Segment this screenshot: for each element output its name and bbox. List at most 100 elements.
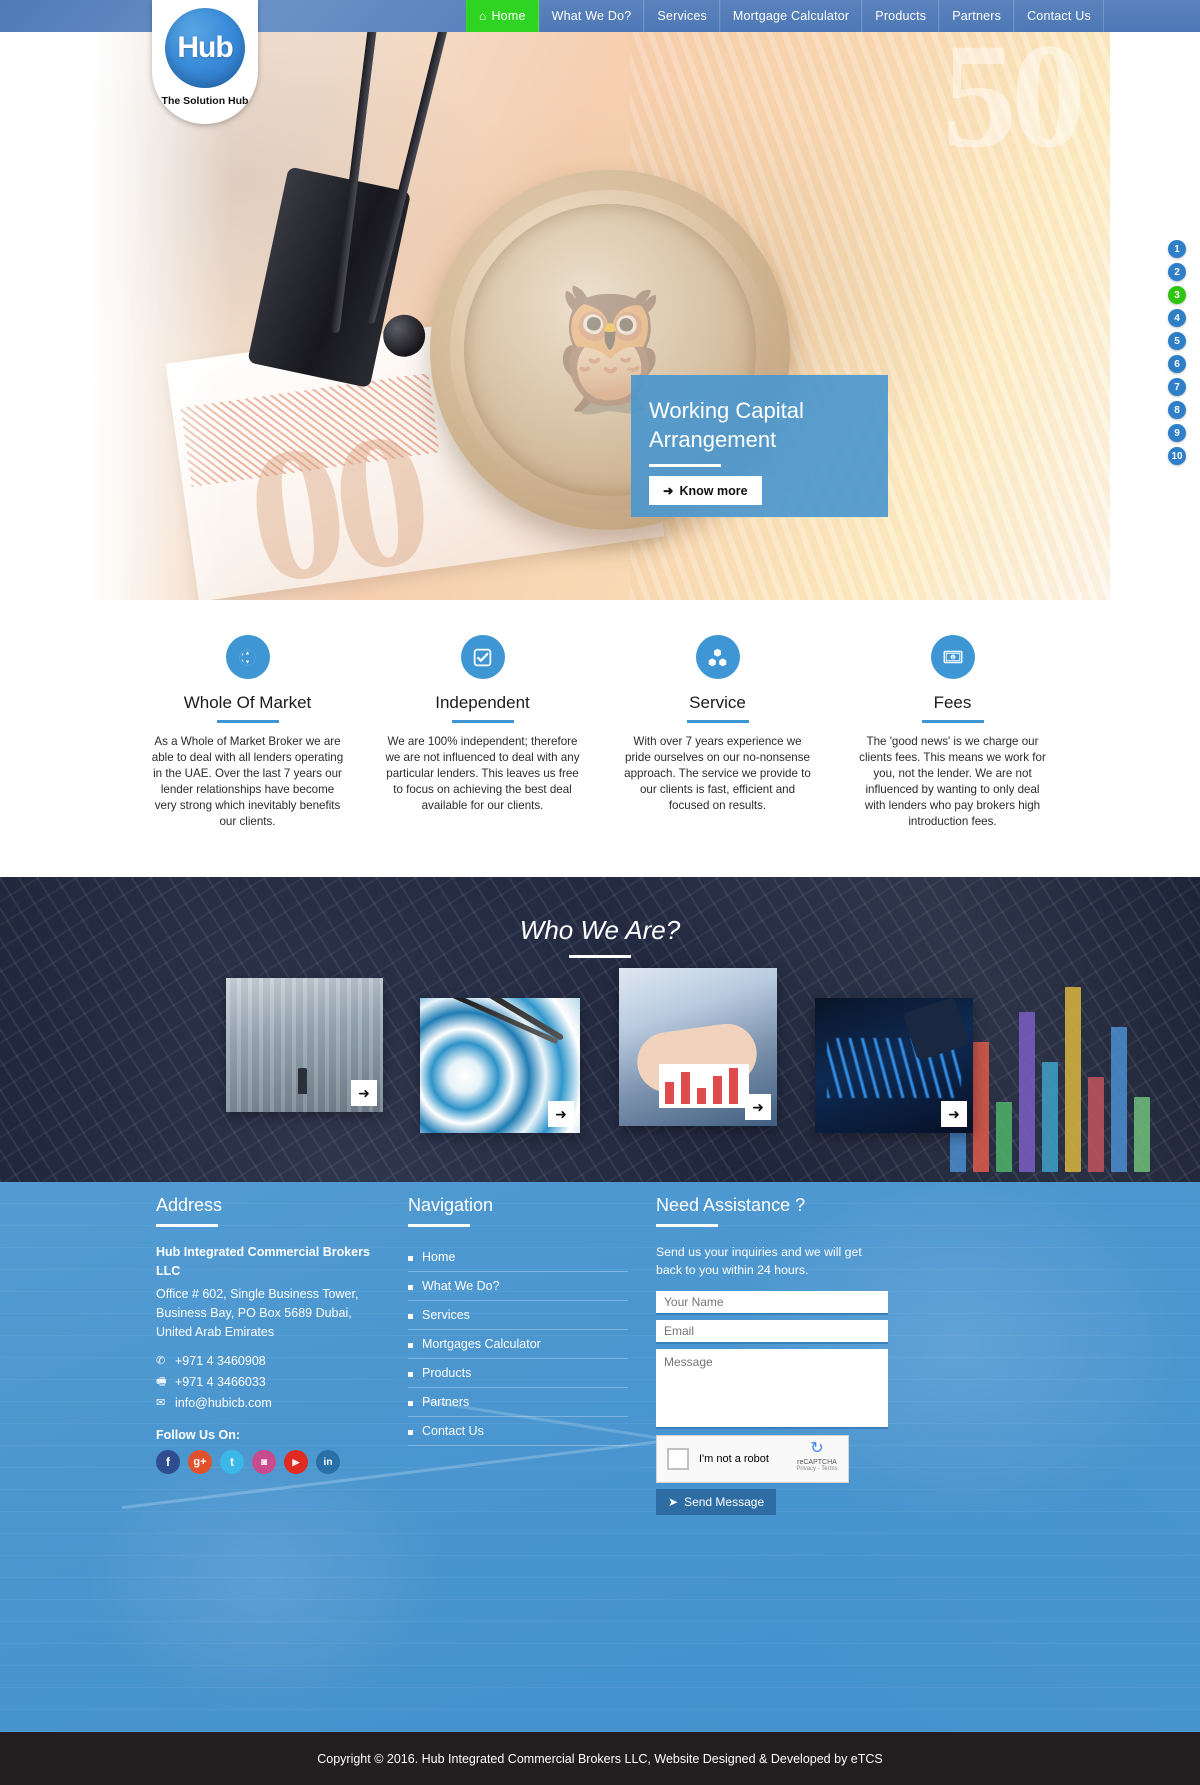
nav-right-spacer (1103, 0, 1200, 32)
hero-caption-divider (649, 464, 721, 468)
company-name: Hub Integrated Commercial Brokers LLC (156, 1245, 370, 1278)
feature-text: With over 7 years experience we pride ou… (624, 735, 811, 812)
slider-dot-8[interactable]: 8 (1168, 401, 1186, 419)
email-row[interactable]: ✉ info@hubicb.com (156, 1393, 381, 1414)
know-more-button[interactable]: ➜ Know more (649, 476, 762, 506)
feature-divider (451, 720, 514, 723)
phone-row[interactable]: ✆ +971 4 3460908 (156, 1351, 381, 1372)
nav-item-label: Partners (952, 9, 1002, 23)
footer-navigation-column: Navigation Home What We Do? Services Mor… (408, 1195, 628, 1446)
email-address: info@hubicb.com (175, 1396, 272, 1411)
message-textarea[interactable] (656, 1348, 888, 1429)
feature-divider (921, 720, 984, 723)
slider-dot-2[interactable]: 2 (1168, 263, 1186, 281)
card-arrow-icon[interactable]: ➜ (548, 1101, 574, 1127)
nav-item-services[interactable]: Services (644, 0, 720, 32)
logo-circle: Hub (165, 8, 245, 88)
slider-dot-5[interactable]: 5 (1168, 332, 1186, 350)
fax-number: +971 4 3466033 (175, 1374, 266, 1389)
feature-divider (686, 720, 749, 723)
send-message-button[interactable]: ➤ Send Message (656, 1488, 777, 1515)
footer-nav-contact-us[interactable]: Contact Us (408, 1417, 628, 1446)
slider-dot-9[interactable]: 9 (1168, 424, 1186, 442)
facebook-icon[interactable]: f (156, 1450, 180, 1475)
copyright-text: Copyright © 2016. Hub Integrated Commerc… (317, 1751, 883, 1766)
site-logo[interactable]: Hub The Solution Hub (152, 0, 258, 124)
follow-us-label: Follow Us On: (156, 1428, 241, 1443)
recaptcha-terms-text: Privacy - Terms (796, 1465, 838, 1472)
feature-title: Independent (435, 693, 530, 712)
card-target-darts[interactable]: ➜ (420, 998, 580, 1133)
slider-dot-1[interactable]: 1 (1168, 240, 1186, 258)
recaptcha-label: I'm not a robot (699, 1452, 769, 1465)
money-icon: $ (930, 635, 975, 679)
nav-item-contact-us[interactable]: Contact Us (1014, 0, 1104, 32)
footer-nav-mortgages-calculator[interactable]: Mortgages Calculator (408, 1330, 628, 1359)
assistance-heading: Need Assistance ? (656, 1195, 806, 1215)
logo-tagline: The Solution Hub (161, 95, 249, 107)
youtube-icon[interactable]: ▶ (284, 1450, 308, 1475)
feature-divider (216, 720, 279, 723)
nav-item-what-we-do[interactable]: What We Do? (538, 0, 645, 32)
footer-assistance-column: Need Assistance ? Send us your inquiries… (656, 1195, 891, 1515)
slider-pagination: 1 2 3 4 5 6 7 8 9 10 (1168, 240, 1186, 465)
nav-item-mortgage-calculator[interactable]: Mortgage Calculator (719, 0, 863, 32)
who-we-are-divider (569, 955, 631, 958)
businessman-figure (298, 1068, 307, 1094)
nav-item-home[interactable]: ⌂ Home (466, 0, 539, 32)
card-arrow-icon[interactable]: ➜ (351, 1080, 377, 1106)
who-we-are-heading: Who We Are? (519, 915, 681, 945)
card-businessman-cityscape[interactable]: ➜ (226, 978, 383, 1112)
fax-row: 🖷 +971 4 3466033 (156, 1372, 381, 1393)
recaptcha-checkbox[interactable] (667, 1447, 689, 1470)
navigation-divider (408, 1224, 470, 1227)
footer-address-column: Address Hub Integrated Commercial Broker… (156, 1195, 381, 1475)
globe-icon (225, 635, 270, 679)
features-section: Whole Of Market As a Whole of Market Bro… (0, 600, 1200, 872)
footer-nav-services[interactable]: Services (408, 1301, 628, 1330)
fax-icon: 🖷 (156, 1376, 167, 1389)
slider-dot-10[interactable]: 10 (1168, 447, 1186, 465)
feature-text: We are 100% independent; therefore we ar… (385, 735, 580, 812)
card-team-meeting-charts[interactable]: ➜ (619, 968, 777, 1126)
hero-caption-line1: Working Capital (649, 398, 804, 423)
logo-text: Hub (177, 31, 233, 64)
linkedin-icon[interactable]: in (316, 1450, 340, 1475)
email-input[interactable] (656, 1319, 888, 1344)
google-plus-icon[interactable]: g+ (188, 1450, 212, 1475)
nav-item-products[interactable]: Products (862, 0, 940, 32)
hero-caption-title: Working Capital Arrangement (649, 397, 870, 454)
slider-dot-3[interactable]: 3 (1168, 286, 1186, 304)
navigation-heading: Navigation (408, 1195, 494, 1215)
nav-item-label: Home (491, 9, 526, 23)
slider-dot-7[interactable]: 7 (1168, 378, 1186, 396)
paper-plane-icon: ➤ (668, 1494, 679, 1509)
card-arrow-icon[interactable]: ➜ (745, 1094, 771, 1120)
feature-fees: $ Fees The 'good news' is we charge our … (855, 635, 1050, 872)
clip-body (247, 166, 412, 389)
footer-nav-products[interactable]: Products (408, 1359, 628, 1388)
feature-whole-of-market: Whole Of Market As a Whole of Market Bro… (150, 635, 345, 872)
feature-title: Whole Of Market (183, 693, 312, 712)
card-arrow-icon[interactable]: ➜ (941, 1101, 967, 1127)
who-we-are-section: Who We Are? ➜ ➜ ➜ ➜ (0, 877, 1200, 1182)
recaptcha-widget[interactable]: I'm not a robot ↻ reCAPTCHA Privacy - Te… (656, 1434, 849, 1483)
know-more-label: Know more (679, 483, 748, 498)
footer-nav-partners[interactable]: Partners (408, 1388, 628, 1417)
hero-caption-line2: Arrangement (649, 426, 777, 452)
nav-item-partners[interactable]: Partners (939, 0, 1015, 32)
recaptcha-branding: ↻ reCAPTCHA Privacy - Terms (792, 1439, 842, 1472)
paper-chart (659, 1064, 749, 1108)
nav-item-label: Contact Us (1027, 9, 1091, 23)
name-input[interactable] (656, 1290, 888, 1315)
recaptcha-icon: ↻ (810, 1439, 824, 1457)
footer-nav-what-we-do[interactable]: What We Do? (408, 1272, 628, 1301)
slider-dot-4[interactable]: 4 (1168, 309, 1186, 327)
card-growth-graph-businessman[interactable]: ➜ (815, 998, 973, 1133)
footer-nav-home[interactable]: Home (408, 1243, 628, 1272)
slider-dot-6[interactable]: 6 (1168, 355, 1186, 373)
instagram-icon[interactable]: ◙ (252, 1450, 276, 1475)
home-icon: ⌂ (479, 9, 487, 23)
twitter-icon[interactable]: t (220, 1450, 244, 1475)
feature-service: Service With over 7 years experience we … (620, 635, 815, 872)
